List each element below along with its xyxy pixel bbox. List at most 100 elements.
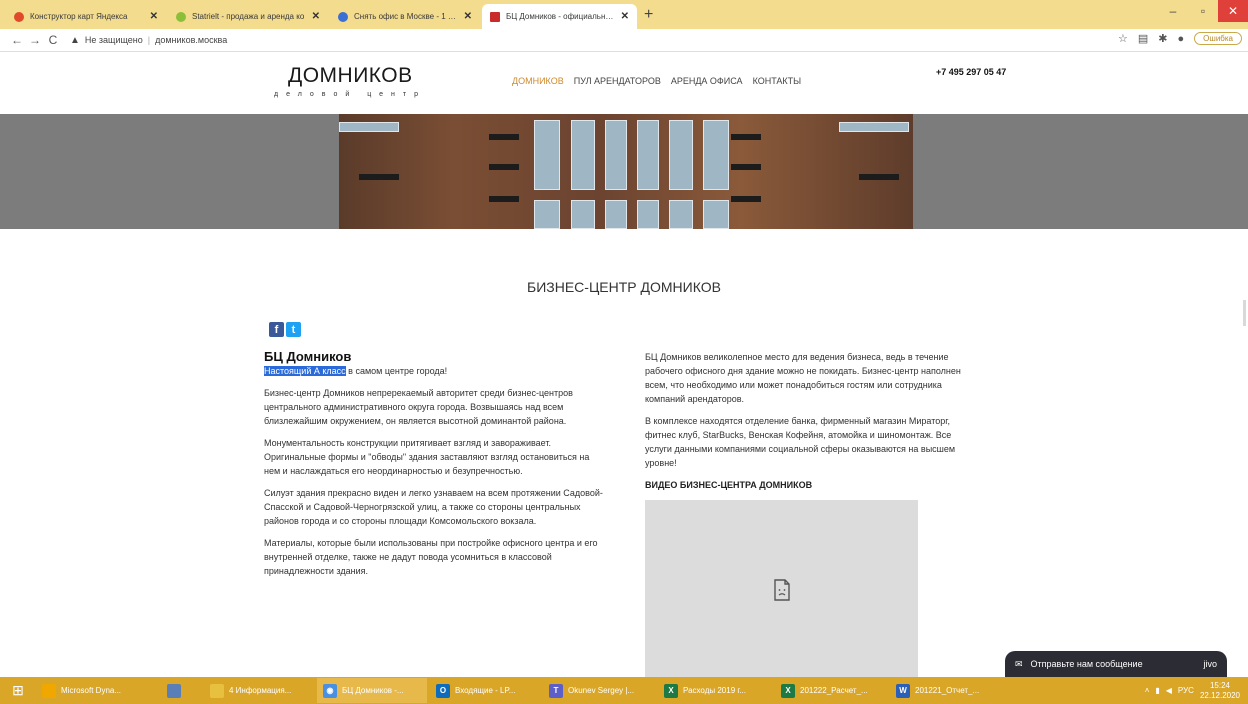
taskbar-item[interactable] — [161, 678, 201, 703]
star-icon[interactable]: ☆ — [1118, 32, 1128, 45]
chat-message-icon: ✉ — [1015, 658, 1023, 669]
taskbar-label: Microsoft Dyna... — [61, 686, 122, 695]
browser-tab[interactable]: Statrielt - продажа и аренда ко ✕ — [168, 4, 328, 29]
menu-item-office-rent[interactable]: АРЕНДА ОФИСА — [671, 76, 743, 86]
minimize-icon[interactable]: – — [1158, 0, 1188, 22]
taskbar-label: 4 Информация... — [229, 686, 292, 695]
taskbar-item[interactable]: 4 Информация... — [204, 678, 314, 703]
close-tab-icon[interactable]: ✕ — [150, 11, 158, 22]
paragraph: Силуэт здания прекрасно виден и легко уз… — [264, 488, 603, 526]
taskbar-item[interactable]: O Входящие - LP... — [430, 678, 540, 703]
network-icon[interactable]: ▮ — [1155, 686, 1159, 695]
reader-icon[interactable]: ▤ — [1138, 32, 1148, 45]
outlook-icon: O — [436, 683, 450, 698]
browser-tab[interactable]: Снять офис в Москве - 1 020 оф ✕ — [330, 4, 480, 29]
tray-chevron-icon[interactable]: ˄ — [1145, 686, 1150, 695]
twitter-icon[interactable]: t — [286, 322, 301, 337]
url-separator: | — [147, 35, 151, 45]
taskbar-item[interactable]: X 201222_Расчет_... — [775, 678, 887, 703]
close-window-icon[interactable]: ✕ — [1218, 0, 1248, 22]
menu-item-domnikov[interactable]: ДОМНИКОВ — [512, 76, 564, 86]
back-button[interactable]: ← — [8, 33, 26, 47]
statrielt-icon — [176, 11, 186, 22]
app-icon — [167, 683, 181, 698]
dynamics-icon — [42, 683, 56, 698]
chat-brand: jivo — [1203, 659, 1217, 669]
clock-time: 15:24 — [1209, 680, 1230, 690]
system-tray: ˄ ▮ ◀ РУС 15:24 22.12.2020 — [1145, 677, 1240, 704]
security-label: Не защищено — [84, 35, 143, 45]
error-button[interactable]: Ошибка — [1194, 32, 1242, 45]
menu-item-tenants[interactable]: ПУЛ АРЕНДАТОРОВ — [574, 76, 661, 86]
paragraph: Бизнес-центр Домников непререкаемый авто… — [264, 388, 573, 426]
browser-tab-active[interactable]: БЦ Домников - официальный с ✕ — [482, 4, 637, 29]
section-title: БИЗНЕС-ЦЕНТР ДОМНИКОВ — [527, 279, 721, 295]
close-tab-icon[interactable]: ✕ — [621, 11, 629, 22]
tab-title: Statrielt - продажа и аренда ко — [192, 12, 305, 21]
social-buttons: f t — [269, 322, 301, 337]
tagline: Настоящий А класс в самом центре города! — [264, 364, 604, 378]
building-photo — [339, 114, 913, 229]
windows-start-icon[interactable]: ⊞ — [0, 677, 36, 704]
windows-taskbar: ⊞ Microsoft Dyna... 4 Информация... ◉ БЦ… — [0, 677, 1248, 704]
tab-title: Конструктор карт Яндекса — [30, 12, 128, 21]
domnikov-favicon-icon — [490, 11, 500, 22]
taskbar-item[interactable]: W 201221_Отчет_... — [890, 678, 994, 703]
volume-icon[interactable]: ◀ — [1166, 686, 1172, 695]
url-field[interactable]: ▲ Не защищено | домников.москва — [70, 35, 227, 46]
right-column: БЦ Домников великолепное место для веден… — [645, 350, 975, 492]
phone-number[interactable]: +7 495 297 05 47 — [936, 67, 1006, 77]
left-column: БЦ Домников Настоящий А класс в самом це… — [264, 350, 604, 586]
language-indicator[interactable]: РУС — [1178, 686, 1194, 695]
excel-icon: X — [781, 683, 795, 698]
page-scrollbar[interactable] — [1243, 300, 1246, 326]
taskbar-label: 201221_Отчет_... — [915, 686, 980, 695]
address-bar: ← → C ▲ Не защищено | домников.москва ☆ … — [0, 29, 1248, 52]
taskbar-label: 201222_Расчет_... — [800, 686, 868, 695]
tab-title: БЦ Домников - официальный с — [506, 12, 615, 21]
cian-icon — [338, 11, 348, 22]
menu-item-contacts[interactable]: КОНТАКТЫ — [753, 76, 802, 86]
logo-name: ДОМНИКОВ — [288, 64, 413, 87]
broken-document-icon — [773, 579, 790, 601]
close-tab-icon[interactable]: ✕ — [464, 11, 472, 22]
taskbar-item[interactable]: T Okunev Sergey |... — [543, 678, 655, 703]
excel-icon: X — [664, 683, 678, 698]
taskbar-label: Okunev Sergey |... — [568, 686, 635, 695]
paragraph: БЦ Домников великолепное место для веден… — [645, 352, 961, 404]
forward-button[interactable]: → — [26, 33, 44, 47]
paragraph: Материалы, которые были использованы при… — [264, 538, 598, 576]
chat-widget[interactable]: ✉ Отправьте нам сообщение jivo — [1005, 651, 1227, 677]
chrome-icon: ◉ — [323, 683, 337, 698]
site-logo[interactable]: ДОМНИКОВ деловой центр — [274, 64, 426, 98]
yandex-maps-icon — [14, 11, 24, 22]
reload-button[interactable]: C — [44, 33, 62, 47]
taskbar-label: Расходы 2019 г... — [683, 686, 746, 695]
facebook-icon[interactable]: f — [269, 322, 284, 337]
video-heading: ВИДЕО БИЗНЕС-ЦЕНТРА ДОМНИКОВ — [645, 480, 813, 490]
main-menu: ДОМНИКОВ ПУЛ АРЕНДАТОРОВ АРЕНДА ОФИСА КО… — [512, 76, 801, 86]
word-icon: W — [896, 683, 910, 698]
clock[interactable]: 15:24 22.12.2020 — [1200, 681, 1240, 701]
video-player[interactable] — [645, 500, 918, 680]
close-tab-icon[interactable]: ✕ — [312, 11, 320, 22]
folder-icon — [210, 683, 224, 698]
browser-toolbar: ☆ ▤ ✱ ● Ошибка — [1118, 32, 1242, 45]
maximize-icon[interactable]: ▫ — [1188, 0, 1218, 22]
logo-subtitle: деловой центр — [274, 91, 426, 98]
url-text: домников.москва — [155, 35, 228, 45]
tagline-rest: в самом центре города! — [345, 366, 448, 376]
taskbar-item[interactable]: Microsoft Dyna... — [36, 678, 158, 703]
taskbar-item-active[interactable]: ◉ БЦ Домников -... — [317, 678, 427, 703]
taskbar-item[interactable]: X Расходы 2019 г... — [658, 678, 772, 703]
paragraph: В комплексе находятся отделение банка, ф… — [645, 416, 956, 468]
profile-icon[interactable]: ● — [1178, 33, 1185, 45]
extensions-icon[interactable]: ✱ — [1158, 32, 1167, 45]
browser-tab-strip: Конструктор карт Яндекса ✕ Statrielt - п… — [0, 0, 1248, 29]
bc-heading: БЦ Домников — [264, 349, 352, 364]
warning-icon: ▲ — [70, 34, 80, 46]
hero-banner — [0, 114, 1248, 229]
new-tab-button[interactable]: + — [644, 6, 653, 24]
paragraph: Монументальность конструкции притягивает… — [264, 438, 590, 476]
browser-tab[interactable]: Конструктор карт Яндекса ✕ — [6, 4, 166, 29]
